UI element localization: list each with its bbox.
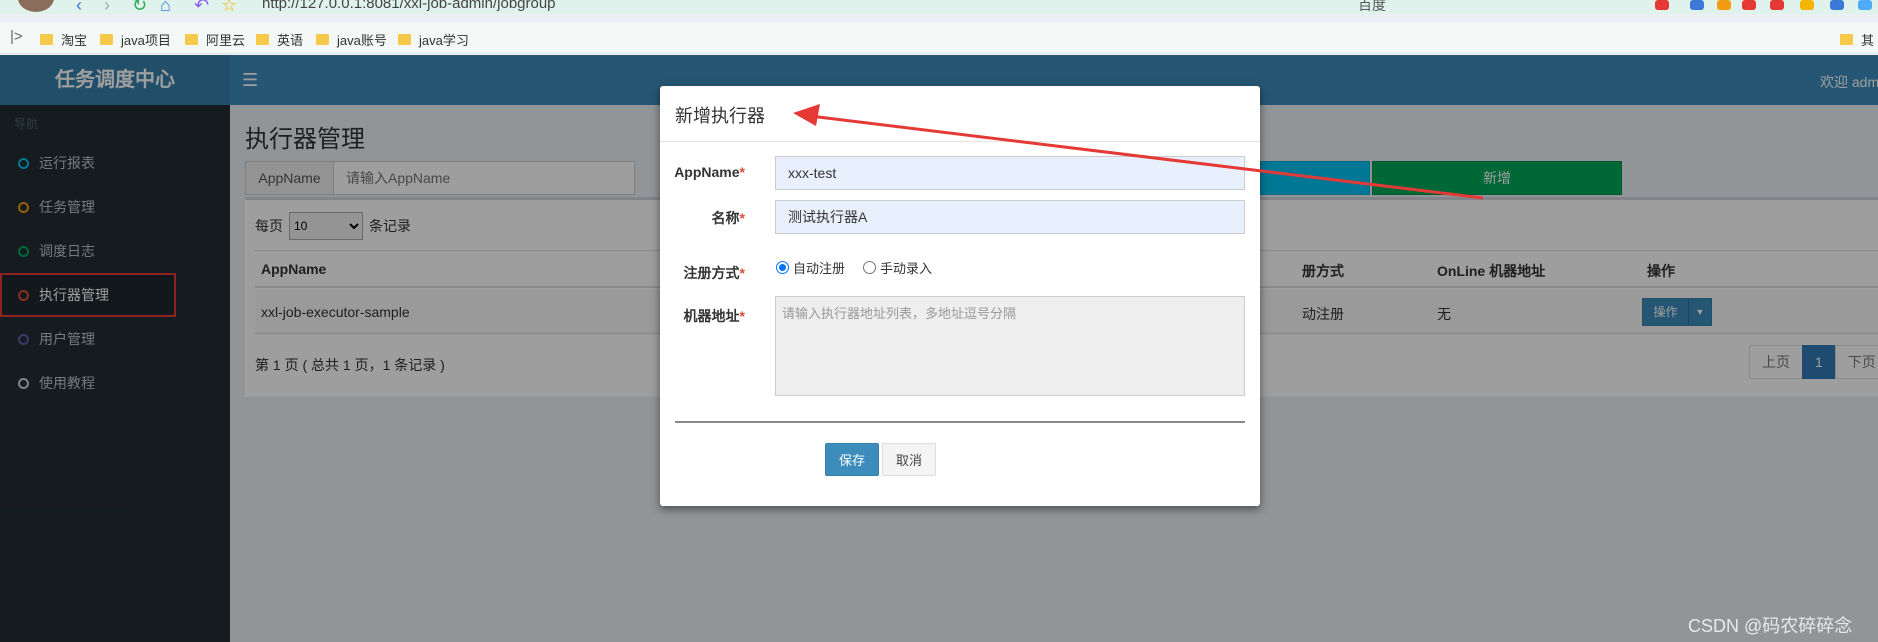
watermark: CSDN @码农碎碎念	[1688, 616, 1853, 636]
bookmarks-bar: |> 淘宝 java项目 阿里云 英语 java账号 java学习 其	[0, 22, 1878, 54]
bookmark-folder[interactable]: 阿里云	[185, 30, 245, 49]
bookmark-folder[interactable]: 英语	[256, 30, 303, 49]
search-engine-label[interactable]: 百度	[1358, 0, 1386, 14]
folder-icon	[256, 34, 269, 45]
extension-icon[interactable]	[1690, 0, 1704, 10]
bookmark-folder[interactable]: 其	[1840, 30, 1874, 49]
forward-icon[interactable]: ›	[104, 0, 110, 14]
manual-register-radio[interactable]	[863, 261, 877, 274]
pdf-icon[interactable]	[1770, 0, 1784, 10]
extension-icon[interactable]	[1830, 0, 1844, 10]
extension-icon[interactable]	[1655, 0, 1669, 10]
address-label: 机器地址*	[683, 308, 745, 324]
registration-label: 注册方式*	[683, 265, 745, 281]
address-list-textarea[interactable]: 请输入执行器地址列表，多地址逗号分隔	[775, 296, 1245, 396]
profile-avatar[interactable]	[18, 0, 54, 12]
auto-register-radio[interactable]	[776, 261, 789, 274]
form-divider	[675, 421, 1245, 423]
appname-field[interactable]: xxx-test	[775, 156, 1245, 190]
back-icon[interactable]: ‹	[76, 0, 82, 14]
modal-title: 新增执行器	[675, 106, 765, 126]
bookmark-folder[interactable]: java学习	[398, 30, 469, 49]
folder-icon	[185, 34, 198, 45]
registration-options: 自动注册 手动录入	[776, 258, 932, 277]
apps-icon[interactable]	[1717, 0, 1731, 10]
folder-icon	[398, 34, 411, 45]
extension-icon[interactable]	[1858, 0, 1872, 10]
add-executor-modal: 新增执行器 AppName* xxx-test 名称* 测试执行器A 注册方式*…	[660, 86, 1260, 506]
address-bar[interactable]: http://127.0.0.1:8081/xxl-job-admin/jobg…	[262, 0, 556, 12]
bookmark-folder[interactable]: 淘宝	[40, 30, 87, 49]
folder-icon	[100, 34, 113, 45]
appname-label: AppName*	[674, 164, 745, 180]
folder-icon	[40, 34, 53, 45]
browser-toolbar: ‹ › ↻ ⌂ ↶ ☆ http://127.0.0.1:8081/xxl-jo…	[0, 0, 1878, 14]
save-button[interactable]: 保存	[825, 443, 879, 476]
folder-icon	[316, 34, 329, 45]
star-icon[interactable]: ☆	[221, 0, 237, 14]
undo-icon[interactable]: ↶	[194, 0, 209, 14]
moon-icon[interactable]	[1800, 0, 1814, 10]
home-icon[interactable]: ⌂	[160, 0, 171, 14]
cancel-button[interactable]: 取消	[882, 443, 936, 476]
music-icon[interactable]	[1742, 0, 1756, 10]
name-label: 名称*	[711, 210, 745, 226]
refresh-icon[interactable]: ↻	[132, 0, 147, 14]
sidebar-toggle-icon[interactable]: |>	[10, 28, 23, 45]
folder-icon	[1840, 34, 1853, 45]
bookmark-folder[interactable]: java账号	[316, 30, 387, 49]
bookmark-folder[interactable]: java项目	[100, 30, 171, 49]
name-field[interactable]: 测试执行器A	[775, 200, 1245, 234]
divider	[660, 141, 1260, 142]
